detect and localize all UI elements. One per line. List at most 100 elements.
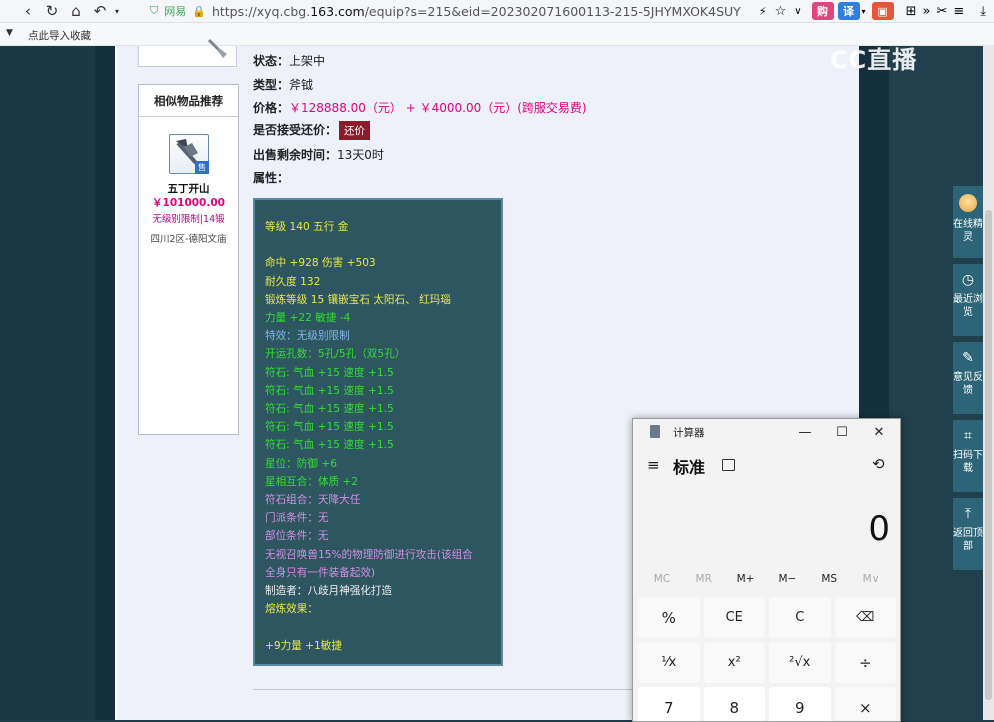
calculator-mode: 标准 (673, 458, 706, 477)
calculator-titlebar[interactable]: 计算器 — ☐ ✕ (633, 419, 900, 445)
type-value: 斧钺 (289, 78, 314, 92)
memory-button: MC (653, 573, 671, 585)
attribute-line: 部位条件：无 (265, 530, 329, 543)
calc-key[interactable]: × (834, 687, 896, 721)
sidebar-item-online-assistant[interactable]: 在线精灵 (953, 186, 983, 258)
counter-offer-row: 是否接受还价： 还价 (253, 121, 371, 140)
attribute-line: +9力量 +1敏捷 (265, 639, 342, 652)
memory-button[interactable]: MS (809, 573, 849, 589)
chevron-down-icon[interactable]: ▾ (112, 0, 122, 22)
similar-item-name[interactable]: 五丁开山 (139, 181, 238, 196)
calc-key[interactable]: ÷ (834, 642, 896, 683)
scissors-icon[interactable]: ✂ (936, 4, 947, 19)
lightning-icon[interactable]: ⚡ (759, 5, 767, 18)
memory-row: MC MR M+ M− MS M∨ (633, 573, 900, 589)
calc-key[interactable]: % (638, 597, 700, 638)
attributes-label: 属性： (253, 171, 290, 185)
item-thumbnail-card[interactable] (138, 38, 237, 67)
import-bookmarks-link[interactable]: 点此导入收藏 (28, 28, 91, 43)
attribute-line: 无视召唤兽15%的物理防御进行攻击(该组合 (265, 548, 473, 561)
attributes-row: 属性： (253, 169, 289, 186)
calc-key[interactable]: ¹⁄x (638, 642, 700, 683)
star-icon[interactable]: ☆ (775, 4, 787, 19)
shop-extension-icon[interactable]: 购 (811, 2, 834, 20)
memory-button: MR (695, 573, 712, 585)
divider (253, 689, 643, 690)
sidebar-item-scan-download[interactable]: ⌗ 扫码下载 (953, 420, 983, 492)
sidebar-item-label: 最近浏览 (953, 294, 983, 318)
sidebar-item-recent[interactable]: ◷ 最近浏览 (953, 264, 983, 336)
attribute-line: 符石: 气血 +15 速度 +1.5 (265, 366, 394, 379)
attribute-line: 熔炼效果： (265, 603, 318, 616)
time-label: 出售剩余时间： (253, 148, 338, 162)
maximize-button[interactable]: ☐ (825, 421, 859, 443)
calc-key[interactable]: ⌫ (834, 597, 896, 638)
for-sale-badge: 售 (195, 161, 209, 174)
url-prefix: https://xyq.cbg. (211, 3, 311, 19)
page-scrollbar[interactable] (983, 46, 994, 720)
sidebar-item-label: 在线精灵 (953, 219, 983, 243)
similar-item-desc: 无级别限制|14锻 (152, 214, 225, 225)
grid-icon[interactable]: ⊞ (906, 4, 917, 19)
back-icon[interactable]: ‹ (16, 0, 40, 22)
calculator-display: 0 (868, 509, 890, 549)
counter-offer-button[interactable]: 还价 (339, 121, 371, 140)
calc-key[interactable]: CE (703, 597, 765, 638)
undo-icon[interactable]: ↶ (88, 0, 112, 22)
home-icon[interactable]: ⌂ (64, 0, 88, 22)
calc-key[interactable]: 8 (703, 687, 765, 721)
status-row: 状态：上架中 (253, 52, 325, 69)
address-bar[interactable]: ⛉ 网易 🔒 https://xyq.cbg. 163.com/equip?s=2… (150, 1, 746, 21)
attribute-line: 特效：无级别限制 (265, 330, 350, 343)
download-icon[interactable]: ⤓ (980, 4, 986, 19)
scrollbar-thumb[interactable] (985, 210, 992, 700)
memory-button[interactable]: M+ (726, 573, 766, 589)
attribute-line: 门派条件：无 (265, 512, 329, 525)
calculator-keypad: % CE C ⌫ ¹⁄x x² ²√x ÷ 7 8 9 × (638, 597, 896, 721)
close-button[interactable]: ✕ (862, 421, 896, 443)
left-background (0, 46, 95, 720)
more-icon[interactable]: » (922, 4, 930, 19)
calc-key[interactable]: ²√x (769, 642, 831, 683)
chevron-down-icon[interactable]: ▼ (6, 28, 13, 38)
sidebar-item-label: 扫码下载 (953, 450, 983, 474)
history-icon[interactable]: ⟲ (872, 455, 885, 473)
left-frame (95, 46, 115, 720)
hamburger-menu-icon[interactable]: ≡ (647, 456, 660, 474)
memory-button: M∨ (862, 573, 880, 585)
sidebar-item-label: 意见反馈 (953, 372, 983, 396)
calc-key[interactable]: 9 (769, 687, 831, 721)
similar-item-price: ￥101000.00 (152, 197, 225, 209)
sidebar-item-back-to-top[interactable]: ⤒ 返回顶部 (953, 498, 983, 570)
sidebar-item-feedback[interactable]: ✎ 意见反馈 (953, 342, 983, 414)
attribute-line: 星位：防御 +6 (265, 457, 337, 470)
edit-icon: ✎ (962, 350, 974, 366)
type-label: 类型： (253, 78, 290, 92)
similar-item-image[interactable]: 售 (169, 134, 209, 174)
chevron-down-icon[interactable]: ▾ (862, 7, 866, 16)
calc-key[interactable]: x² (703, 642, 765, 683)
toolbar-right: ⚡ ☆ ∨ 购 译 ▾ ▣ ⊞ » ✂ ≡ ⤓ (759, 0, 994, 22)
status-label: 状态： (253, 54, 290, 68)
translate-extension-icon[interactable]: 译 (837, 2, 860, 20)
time-value: 13天0时 (337, 148, 384, 162)
cc-live-logo: CC直播 (830, 46, 918, 74)
memory-button[interactable]: M− (767, 573, 807, 589)
calc-key[interactable]: C (769, 597, 831, 638)
menu-icon[interactable]: ≡ (953, 4, 964, 19)
similar-item-server: 四川2区-德阳文庙 (150, 234, 227, 245)
attribute-line: 星相互合：体质 +2 (265, 475, 359, 488)
keep-on-top-icon[interactable] (722, 459, 735, 471)
refresh-icon[interactable]: ↻ (40, 0, 64, 22)
price-label: 价格： (253, 101, 290, 115)
avatar-icon (959, 194, 977, 212)
price-value: ￥128888.00（元） + ￥4000.00（元）(跨服交易费) (289, 101, 587, 115)
browser-toolbar: ‹ ↻ ⌂ ↶ ▾ ⛉ 网易 🔒 https://xyq.cbg. 163.com… (0, 0, 994, 23)
chevron-down-icon[interactable]: ∨ (794, 6, 801, 17)
game-extension-icon[interactable]: ▣ (871, 2, 894, 20)
sidebar-item-label: 返回顶部 (953, 528, 983, 552)
calc-key[interactable]: 7 (638, 687, 700, 721)
attributes-box: 等级 140 五行 金 命中 +928 伤害 +503 耐久度 132 锻炼等级 1… (253, 198, 503, 666)
secure-label: 网易 (164, 5, 187, 18)
minimize-button[interactable]: — (788, 421, 822, 443)
